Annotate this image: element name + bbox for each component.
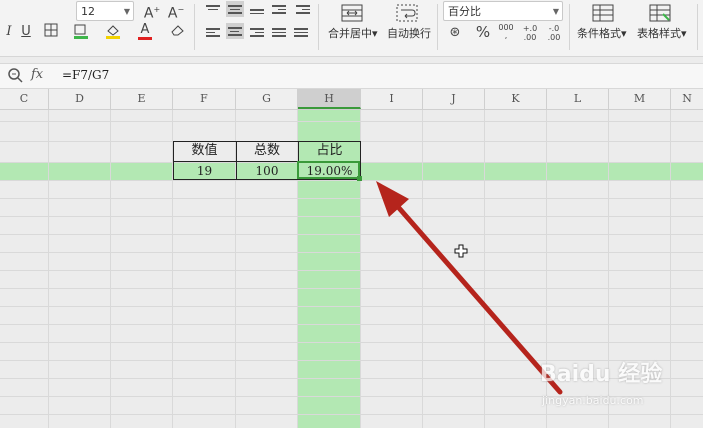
column-header-m[interactable]: M: [609, 89, 671, 109]
column-header-row: C D E F G H I J K L M N: [0, 89, 703, 110]
wrap-text-label[interactable]: 自动换行: [387, 26, 431, 42]
indent-decrease-icon[interactable]: [272, 3, 286, 15]
align-bottom-icon[interactable]: [250, 3, 264, 15]
column-header-j[interactable]: J: [423, 89, 485, 109]
gridline: [0, 198, 703, 199]
separator: [697, 4, 698, 50]
column-header-i[interactable]: I: [361, 89, 423, 109]
separator: [437, 4, 438, 50]
align-right-icon[interactable]: [250, 26, 264, 38]
gridline: [110, 110, 111, 428]
italic-button[interactable]: I: [0, 23, 18, 41]
eraser-icon[interactable]: [168, 23, 186, 41]
thousands-separator-button[interactable]: 000,: [497, 24, 515, 42]
distributed-align-icon[interactable]: [294, 26, 308, 38]
merge-center-icon[interactable]: [341, 4, 363, 22]
gridline: [0, 270, 703, 271]
decrease-decimal-button[interactable]: -.0.00: [545, 24, 563, 42]
fx-icon[interactable]: fx: [31, 67, 43, 82]
gridline: [0, 121, 703, 122]
move-cursor-icon: [454, 244, 468, 258]
fill-handle[interactable]: [357, 176, 362, 181]
currency-icon[interactable]: ⊛: [446, 24, 464, 42]
align-center-icon[interactable]: [226, 23, 244, 39]
active-cell-border: [297, 161, 360, 179]
gridline: [0, 324, 703, 325]
wrap-text-icon[interactable]: [396, 4, 418, 22]
merge-center-label[interactable]: 合并居中▾: [328, 26, 378, 42]
ribbon-toolbar: 12 ▼ A+ A− I U A 合并居中▾ 自动换行 百分比 ▼ ⊛ % 00…: [0, 0, 703, 57]
grow-font-button[interactable]: A+: [143, 1, 161, 22]
align-left-icon[interactable]: [206, 26, 220, 38]
gridline: [0, 234, 703, 235]
watermark-text: Baidu 经验: [540, 362, 663, 387]
table-style-icon[interactable]: [649, 4, 671, 22]
number-format-dropdown[interactable]: 百分比 ▼: [443, 1, 563, 21]
table-header-value[interactable]: 数值: [173, 142, 236, 160]
gridline: [48, 110, 49, 428]
font-size-value: 12: [81, 5, 95, 18]
chevron-down-icon: ▼: [123, 7, 130, 16]
column-header-n[interactable]: N: [671, 89, 703, 109]
column-header-e[interactable]: E: [111, 89, 173, 109]
separator: [194, 4, 195, 50]
indent-increase-icon[interactable]: [296, 3, 310, 15]
fill-color-icon[interactable]: [72, 23, 90, 41]
formula-input[interactable]: =F7/G7: [62, 68, 109, 82]
number-format-value: 百分比: [448, 5, 481, 18]
align-justify-icon[interactable]: [272, 26, 286, 38]
underline-button[interactable]: U: [17, 23, 35, 41]
table-cell-value[interactable]: 19: [173, 162, 236, 180]
percent-button[interactable]: %: [474, 23, 492, 41]
column-header-g[interactable]: G: [236, 89, 298, 109]
gridline: [0, 288, 703, 289]
paint-bucket-icon[interactable]: [104, 23, 122, 41]
border-icon[interactable]: [42, 23, 60, 41]
gridline: [0, 180, 703, 181]
font-color-button[interactable]: A: [136, 21, 154, 40]
increase-decimal-button[interactable]: +.0.00: [521, 24, 539, 42]
conditional-format-label[interactable]: 条件格式▾: [577, 26, 627, 42]
font-size-dropdown[interactable]: 12 ▼: [76, 1, 134, 21]
chevron-down-icon: ▼: [552, 7, 559, 16]
separator: [318, 4, 319, 50]
formula-bar: fx =F7/G7: [0, 63, 703, 89]
gridline: [0, 216, 703, 217]
column-header-k[interactable]: K: [485, 89, 547, 109]
column-header-h[interactable]: H: [298, 89, 361, 109]
column-header-f[interactable]: F: [173, 89, 236, 109]
separator: [569, 4, 570, 50]
watermark-url: jingyan.baidu.com: [542, 394, 644, 407]
column-header-c[interactable]: C: [0, 89, 49, 109]
gridline: [0, 252, 703, 253]
align-middle-icon[interactable]: [226, 1, 244, 17]
gridline: [0, 306, 703, 307]
font-color-swatch: [138, 37, 152, 40]
conditional-format-icon[interactable]: [592, 4, 614, 22]
column-header-l[interactable]: L: [547, 89, 609, 109]
align-top-icon[interactable]: [206, 3, 220, 15]
gridline: [0, 342, 703, 343]
baidu-watermark: Baidu 经验 jingyan.baidu.com: [540, 356, 700, 416]
column-header-d[interactable]: D: [49, 89, 111, 109]
zoom-search-icon[interactable]: [7, 67, 23, 83]
table-cell-total[interactable]: 100: [236, 162, 298, 180]
table-style-label[interactable]: 表格样式▾: [637, 26, 687, 42]
table-header-total[interactable]: 总数: [236, 142, 298, 160]
gridline: [422, 110, 423, 428]
shrink-font-button[interactable]: A−: [167, 1, 185, 22]
font-color-letter: A: [140, 22, 150, 37]
gridline: [484, 110, 485, 428]
table-header-ratio[interactable]: 占比: [298, 142, 361, 160]
